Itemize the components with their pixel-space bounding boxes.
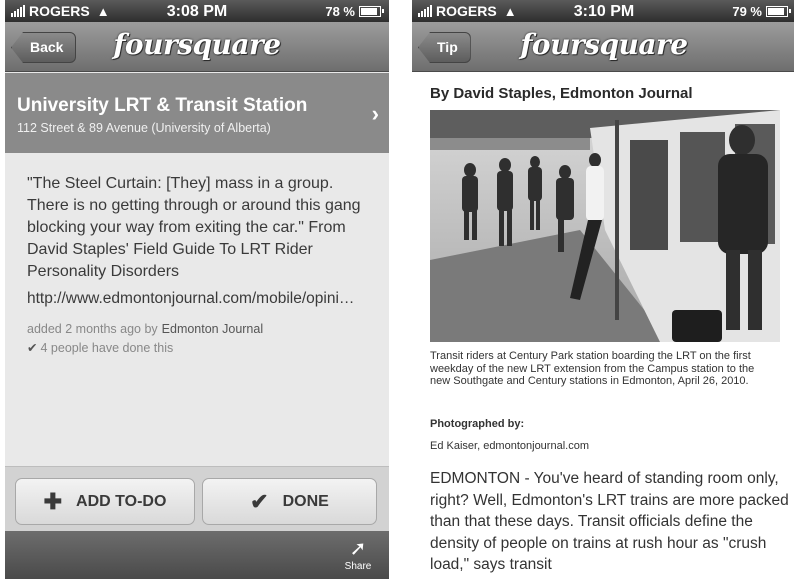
tip-meta: added 2 months ago by Edmonton Journal — [27, 322, 263, 336]
add-todo-button[interactable]: ✚ ADD TO-DO — [15, 478, 195, 525]
article-body: EDMONTON - You've heard of standing room… — [430, 470, 789, 573]
tip-screen: ROGERS ▲ 3:08 PM 78 % Back foursquare Un… — [5, 0, 389, 579]
photo-caption: Transit riders at Century Park station b… — [430, 350, 755, 387]
tip-link[interactable]: http://www.edmontonjournal.com/mobile/op… — [27, 290, 372, 308]
author-link[interactable]: Edmonton Journal — [162, 322, 263, 336]
done-button[interactable]: ✔ DONE — [202, 478, 377, 525]
article-byline: By David Staples, Edmonton Journal — [430, 85, 693, 102]
action-bar: ✚ ADD TO-DO ✔ DONE — [5, 466, 389, 531]
battery-percent: 79 % — [732, 4, 762, 19]
train-platform-photo — [430, 110, 780, 342]
photographer-label: Photographed by: — [430, 418, 525, 430]
venue-header[interactable]: University LRT & Transit Station 112 Str… — [5, 73, 389, 153]
added-label: added 2 months ago by — [27, 322, 158, 336]
checkmark-icon: ✔ — [27, 341, 38, 355]
status-bar: ROGERS ▲ 3:10 PM 79 % — [412, 0, 794, 22]
chevron-right-icon: › — [371, 101, 379, 126]
foursquare-logo: foursquare — [520, 28, 688, 61]
checkmark-icon: ✔ — [250, 488, 269, 514]
share-icon: ➚ — [349, 538, 367, 560]
done-count-text: 4 people have done this — [40, 341, 174, 355]
article-screen: ROGERS ▲ 3:10 PM 79 % Tip foursquare By … — [412, 0, 794, 579]
photographer-credit: Ed Kaiser, edmontonjournal.com — [430, 440, 589, 452]
plus-icon: ✚ — [43, 488, 63, 514]
venue-name: University LRT & Transit Station — [17, 95, 308, 116]
article-photo — [430, 110, 780, 342]
share-label: Share — [344, 561, 372, 572]
battery-percent: 78 % — [325, 4, 355, 19]
add-todo-label: ADD TO-DO — [76, 492, 167, 510]
status-bar: ROGERS ▲ 3:08 PM 78 % — [5, 0, 389, 22]
venue-address: 112 Street & 89 Avenue (University of Al… — [17, 121, 271, 135]
foursquare-logo: foursquare — [113, 28, 281, 61]
share-button[interactable]: ➚ Share — [341, 537, 375, 572]
nav-bar: Back foursquare — [5, 22, 389, 72]
done-label: DONE — [282, 492, 329, 510]
done-count: ✔ 4 people have done this — [27, 340, 173, 355]
nav-bar: Tip foursquare — [412, 22, 794, 72]
tip-text: "The Steel Curtain: [They] mass in a gro… — [27, 175, 361, 280]
battery-icon — [766, 6, 791, 17]
bottom-toolbar: ➚ Share — [5, 531, 389, 579]
battery-icon — [359, 6, 384, 17]
